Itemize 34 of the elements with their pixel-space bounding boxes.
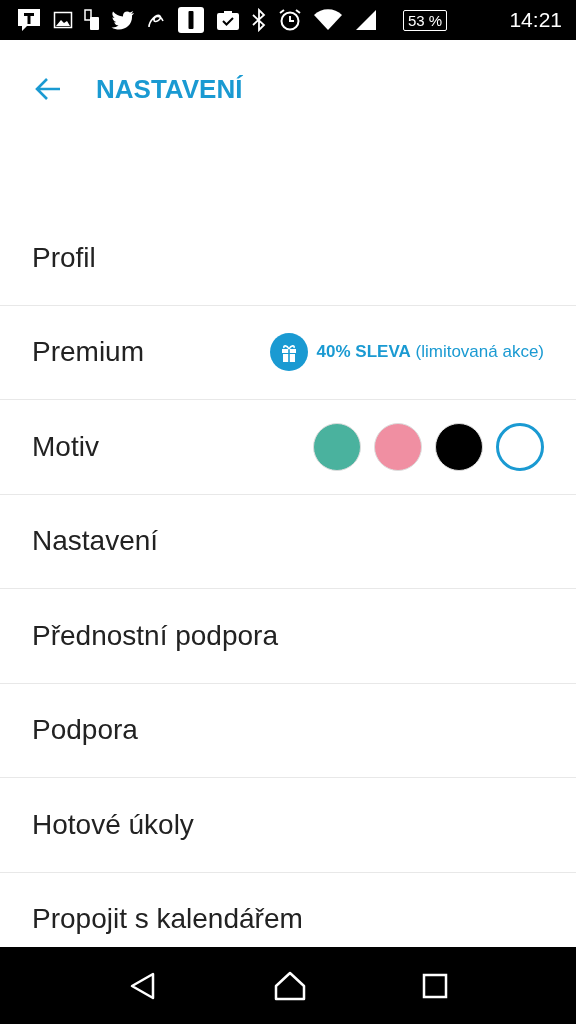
gift-icon <box>269 333 308 372</box>
home-icon[interactable] <box>273 969 307 1002</box>
phone-icon <box>84 9 100 31</box>
settings-row[interactable]: Podpora <box>0 683 576 778</box>
theme-swatch[interactable] <box>496 422 544 471</box>
row-label: Premium <box>32 336 144 369</box>
bluetooth-icon <box>251 8 267 32</box>
signal-icon <box>354 8 378 32</box>
clock: 14:21 <box>509 8 562 32</box>
image-icon <box>53 10 73 30</box>
back-arrow-icon[interactable] <box>34 77 62 101</box>
row-label: Motiv <box>32 430 99 463</box>
row-label: Propojit s kalendářem <box>32 903 303 936</box>
discount-text: 40% SLEVA (limitovaná akce) <box>316 342 544 363</box>
row-label: Podpora <box>32 714 138 747</box>
settings-row[interactable]: Přednostní podpora <box>0 589 576 684</box>
settings-row[interactable]: Nastavení <box>0 494 576 589</box>
recent-apps-icon[interactable] <box>422 972 449 999</box>
bird-icon <box>111 10 135 30</box>
row-label: Přednostní podpora <box>32 619 278 652</box>
settings-row[interactable]: Profil <box>0 211 576 306</box>
bar-icon <box>177 6 205 34</box>
settings-row[interactable]: Hotové úkoly <box>0 778 576 873</box>
settings-row[interactable]: Motiv <box>0 400 576 495</box>
row-label: Profil <box>32 241 96 274</box>
alarm-icon <box>278 8 302 32</box>
wifi-icon <box>313 8 343 32</box>
row-label: Hotové úkoly <box>32 808 194 841</box>
row-label: Nastavení <box>32 525 159 558</box>
page-title: NASTAVENÍ <box>96 76 243 102</box>
settings-row[interactable]: Premium 40% SLEVA (limitovaná akce) <box>0 305 576 400</box>
message-icon <box>16 7 42 33</box>
battery-indicator: 53 % <box>403 9 448 31</box>
briefcase-icon <box>216 8 240 32</box>
